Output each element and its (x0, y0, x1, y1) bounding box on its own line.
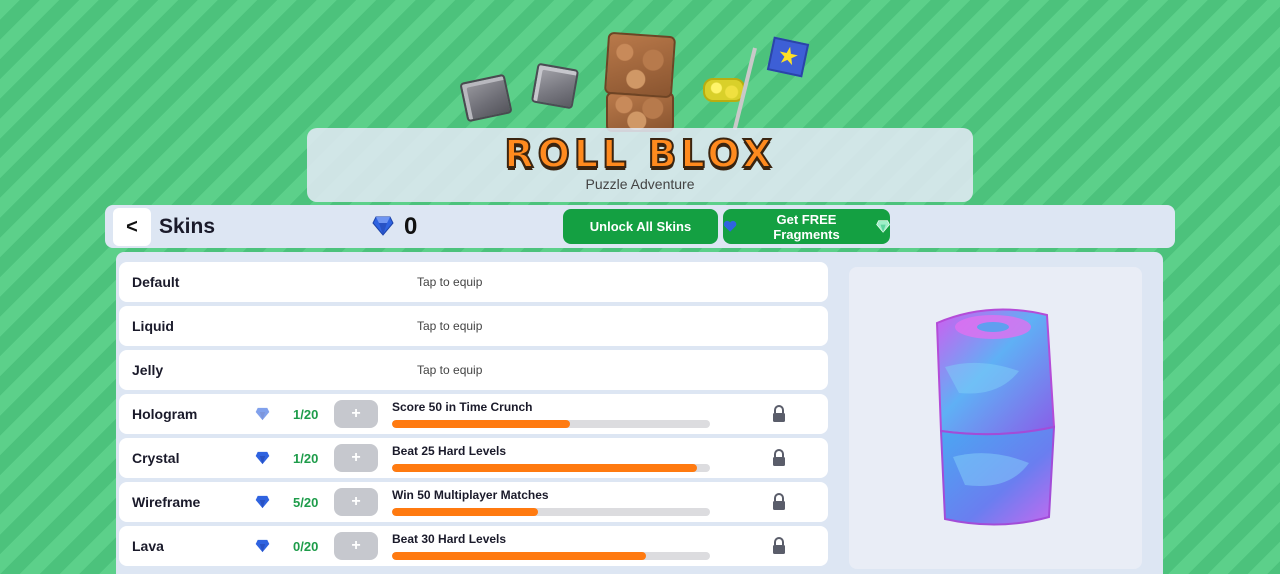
quest-progress-fill (392, 464, 698, 472)
heart-icon (723, 220, 737, 232)
quest-progress-fill (392, 552, 647, 560)
get-free-fragments-button[interactable]: Get FREE Fragments (723, 209, 890, 244)
skin-name: Lava (132, 538, 164, 554)
skin-row-lava[interactable]: Lava 0/20 + Beat 30 Hard Levels (119, 526, 828, 566)
skin-row-wireframe[interactable]: Wireframe 5/20 + Win 50 Multiplayer Matc… (119, 482, 828, 522)
skin-preview (849, 267, 1142, 569)
screen-title: Skins (159, 215, 216, 238)
unlock-all-skins-label: Unlock All Skins (589, 219, 692, 234)
game-title: ROLL BLOX (503, 131, 776, 177)
quest-progress-bar (392, 464, 710, 472)
gem-icon (372, 216, 394, 236)
skin-name: Jelly (132, 362, 164, 378)
skin-name: Wireframe (132, 494, 201, 510)
quest-progress-bar (392, 508, 710, 516)
gem-icon (255, 451, 270, 465)
back-button[interactable]: < (113, 208, 151, 246)
stone-block-icon (459, 73, 513, 123)
fragment-count: 5/20 (293, 495, 319, 510)
add-fragment-button[interactable]: + (334, 444, 378, 472)
skin-name: Liquid (132, 318, 174, 334)
quest-progress-fill (392, 420, 571, 428)
bush-icon (703, 78, 745, 102)
tap-to-equip-text: Tap to equip (417, 275, 483, 289)
dirt-block-icon (603, 31, 677, 99)
skin-row-hologram[interactable]: Hologram 1/20 + Score 50 in Time Crunch (119, 394, 828, 434)
unlock-all-skins-button[interactable]: Unlock All Skins (563, 209, 718, 244)
skin-name: Crystal (132, 450, 180, 466)
fragment-count: 1/20 (293, 451, 319, 466)
fragment-count: 1/20 (293, 407, 319, 422)
gem-icon (255, 495, 270, 509)
title-card: ROLL BLOX Puzzle Adventure (307, 128, 973, 202)
skin-name: Default (132, 274, 180, 290)
quest-progress-bar (392, 420, 710, 428)
gem-icon (255, 407, 270, 421)
star-flag-icon: ★ (766, 36, 810, 78)
skin-row-jelly[interactable]: Jelly Tap to equip (119, 350, 828, 390)
stone-block-icon (530, 62, 580, 110)
unlock-quest-text: Beat 25 Hard Levels (392, 444, 507, 458)
tap-to-equip-text: Tap to equip (417, 319, 483, 333)
unlock-quest-text: Score 50 in Time Crunch (392, 400, 533, 414)
gem-icon (255, 539, 270, 553)
skin-row-crystal[interactable]: Crystal 1/20 + Beat 25 Hard Levels (119, 438, 828, 478)
lock-icon (773, 493, 785, 510)
quest-progress-fill (392, 508, 539, 516)
unlock-quest-text: Beat 30 Hard Levels (392, 532, 507, 546)
skin-row-liquid[interactable]: Liquid Tap to equip (119, 306, 828, 346)
unlock-quest-text: Win 50 Multiplayer Matches (392, 488, 549, 502)
get-free-fragments-label: Get FREE Fragments (773, 211, 840, 242)
skins-topbar: < Skins 0 Unlock All Skins Get FREE Frag… (105, 205, 1175, 248)
lock-icon (773, 537, 785, 554)
quest-progress-bar (392, 552, 710, 560)
gem-count: 0 (404, 213, 418, 240)
lock-icon (773, 449, 785, 466)
fragment-count: 0/20 (293, 539, 319, 554)
skin-name: Hologram (132, 406, 198, 422)
add-fragment-button[interactable]: + (334, 400, 378, 428)
add-fragment-button[interactable]: + (334, 532, 378, 560)
tap-to-equip-text: Tap to equip (417, 363, 483, 377)
gem-icon (876, 220, 890, 233)
hologram-cube-preview (935, 308, 1056, 526)
add-fragment-button[interactable]: + (334, 488, 378, 516)
dirt-block-icon (606, 92, 674, 132)
skin-row-default[interactable]: Default Tap to equip (119, 262, 828, 302)
skins-panel: Default Tap to equip Liquid Tap to equip… (116, 252, 1163, 574)
game-subtitle: Puzzle Adventure (585, 176, 695, 192)
lock-icon (773, 405, 785, 422)
